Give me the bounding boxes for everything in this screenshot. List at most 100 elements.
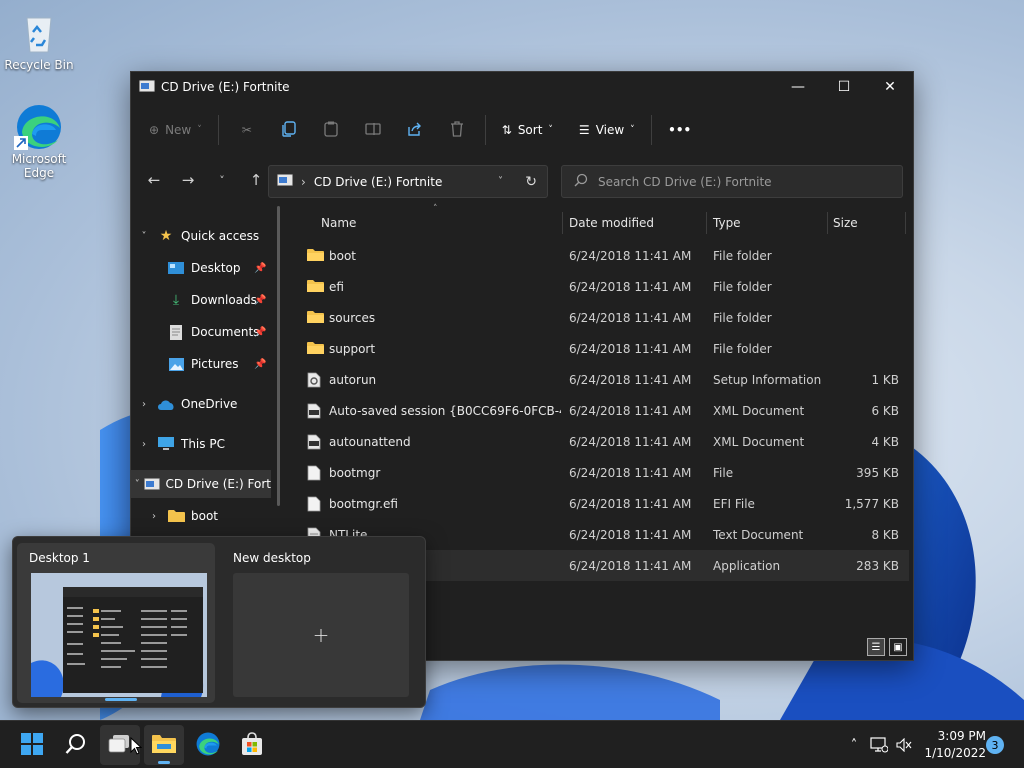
nav-label: This PC: [181, 437, 225, 451]
close-button[interactable]: ✕: [867, 72, 913, 102]
file-row[interactable]: autounattend 6/24/2018 11:41 AM XML Docume…: [289, 426, 909, 457]
nav-boot-folder[interactable]: › boot: [141, 502, 218, 530]
store-taskbar-button[interactable]: [232, 725, 272, 765]
file-name: Auto-saved session {B0CC69F6-0FCB-458...: [329, 403, 561, 418]
nav-quick-access[interactable]: ˅ ★ Quick access: [131, 222, 260, 250]
file-type: XML Document: [713, 434, 805, 449]
address-bar[interactable]: › CD Drive (E:) Fortnite ˅ ↻: [268, 165, 548, 198]
share-button[interactable]: [395, 114, 435, 146]
file-name: bootmgr: [329, 465, 381, 480]
view-icon: ☰: [578, 123, 590, 137]
file-row[interactable]: autorun 6/24/2018 11:41 AM Setup Informati…: [289, 364, 909, 395]
minimize-button[interactable]: —: [775, 72, 821, 102]
refresh-icon[interactable]: ↻: [525, 174, 537, 190]
sort-button[interactable]: ⇅ Sort ˅: [494, 114, 561, 146]
file-date: 6/24/2018 11:41 AM: [569, 558, 692, 573]
clock[interactable]: 3:09 PM 1/10/2022: [924, 728, 986, 762]
file-explorer-icon: [151, 733, 177, 758]
title-bar[interactable]: CD Drive (E:) Fortnite — ☐ ✕: [131, 72, 913, 102]
address-dropdown-icon[interactable]: ˅: [498, 176, 503, 187]
copy-button[interactable]: [269, 114, 309, 146]
file-name: autorun: [329, 372, 377, 387]
more-options-button[interactable]: •••: [660, 114, 700, 146]
nav-documents[interactable]: Documents 📌: [141, 318, 266, 346]
details-view-button[interactable]: ☰: [867, 638, 885, 656]
column-header-name[interactable]: Name: [321, 216, 356, 230]
tiles-view-button[interactable]: ▣: [889, 638, 907, 656]
desktop-1-card[interactable]: Desktop 1: [17, 543, 215, 703]
nav-downloads[interactable]: ⤓ Downloads 📌: [141, 286, 267, 314]
volume-muted-icon[interactable]: [892, 738, 916, 752]
back-button[interactable]: ←: [139, 165, 169, 195]
column-header-size[interactable]: Size: [833, 216, 858, 230]
search-button[interactable]: [56, 725, 96, 765]
nav-desktop[interactable]: Desktop 📌: [141, 254, 266, 282]
notification-badge[interactable]: 3: [986, 736, 1004, 754]
desktop-icon-label: Recycle Bin: [4, 58, 74, 72]
view-button[interactable]: ☰ View ˅: [571, 114, 643, 146]
column-header-type[interactable]: Type: [713, 216, 741, 230]
cut-button[interactable]: ✂: [227, 114, 267, 146]
clock-time: 3:09 PM: [937, 729, 986, 743]
star-icon: ★: [159, 228, 173, 244]
new-icon: ⊕: [149, 123, 160, 137]
file-size: 395 KB: [856, 465, 899, 480]
network-icon[interactable]: [866, 737, 892, 753]
paste-button[interactable]: [311, 114, 351, 146]
file-name: boot: [329, 248, 357, 263]
desktop-folder-icon: [167, 260, 185, 276]
chevron-right-icon[interactable]: ›: [141, 511, 167, 522]
file-row[interactable]: efi 6/24/2018 11:41 AM File folder: [289, 271, 909, 302]
search-input[interactable]: [598, 174, 878, 189]
new-button[interactable]: ⊕ New ˅: [141, 114, 210, 146]
download-icon: ⤓: [172, 292, 180, 308]
recent-locations-button[interactable]: ˅: [207, 165, 237, 195]
task-view-button[interactable]: [100, 725, 143, 765]
nav-label: CD Drive (E:) Fort: [165, 477, 272, 491]
file-row[interactable]: support 6/24/2018 11:41 AM File folder: [289, 333, 909, 364]
maximize-button[interactable]: ☐: [821, 72, 867, 102]
file-row[interactable]: Auto-saved session {B0CC69F6-0FCB-458...…: [289, 395, 909, 426]
up-button[interactable]: ↑: [241, 165, 271, 195]
nav-pane-scrollbar[interactable]: [277, 206, 280, 506]
pin-icon: 📌: [254, 326, 267, 338]
forward-button[interactable]: →: [173, 165, 203, 195]
nav-this-pc[interactable]: › This PC: [131, 430, 225, 458]
column-header-date[interactable]: Date modified: [569, 216, 654, 230]
file-row[interactable]: sources 6/24/2018 11:41 AM File folder: [289, 302, 909, 333]
desktop-icon-edge[interactable]: Microsoft Edge: [1, 104, 77, 180]
pin-icon: 📌: [254, 358, 267, 370]
more-icon: •••: [668, 123, 692, 137]
chevron-right-icon[interactable]: ›: [131, 399, 157, 410]
nav-cd-drive[interactable]: ˅ CD Drive (E:) Fort: [131, 470, 271, 498]
toolbar-separator: [217, 115, 219, 145]
desktop-icon-recycle-bin[interactable]: Recycle Bin: [1, 10, 77, 72]
new-desktop-button[interactable]: +: [233, 573, 409, 697]
new-desktop-card[interactable]: New desktop +: [219, 543, 417, 703]
search-icon: [574, 173, 588, 190]
file-row[interactable]: boot 6/24/2018 11:41 AM File folder: [289, 240, 909, 271]
delete-button[interactable]: [437, 114, 477, 146]
file-row[interactable]: bootmgr 6/24/2018 11:41 AM File 395 KB: [289, 457, 909, 488]
nav-onedrive[interactable]: › OneDrive: [131, 390, 237, 418]
chevron-down-icon[interactable]: ˅: [131, 231, 157, 242]
rename-button[interactable]: [353, 114, 393, 146]
file-row[interactable]: bootmgr.efi 6/24/2018 11:41 AM EFI File 1,5…: [289, 488, 909, 519]
chevron-down-icon[interactable]: ˅: [131, 479, 144, 490]
new-desktop-label: New desktop: [233, 551, 311, 565]
chevron-right-icon[interactable]: ›: [131, 439, 157, 450]
file-name: efi: [329, 279, 344, 294]
system-tray: ˄: [842, 721, 916, 768]
file-explorer-taskbar-button[interactable]: [144, 725, 184, 765]
file-type: File folder: [713, 310, 772, 325]
start-button[interactable]: [12, 725, 52, 765]
view-toggle: ☰ ▣: [867, 638, 907, 656]
show-hidden-icons-icon[interactable]: ˄: [842, 738, 866, 753]
view-label: View: [595, 123, 625, 137]
breadcrumb[interactable]: CD Drive (E:) Fortnite: [314, 175, 443, 189]
edge-taskbar-button[interactable]: [188, 725, 228, 765]
search-box[interactable]: [561, 165, 903, 198]
taskbar: ˄ 3:09 PM 1/10/2022 3: [0, 720, 1024, 768]
tiles-view-icon: ▣: [893, 641, 903, 653]
nav-pictures[interactable]: Pictures 📌: [141, 350, 266, 378]
